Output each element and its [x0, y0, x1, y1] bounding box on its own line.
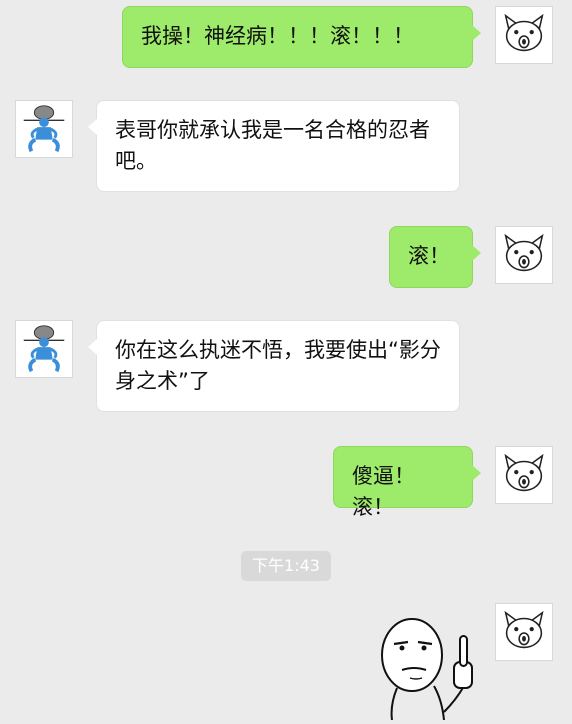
pig-face-icon	[504, 233, 544, 272]
rage-comic-sticker[interactable]	[372, 600, 487, 721]
message-bubble-incoming[interactable]: 表哥你就承认我是一名合格的忍者吧。	[88, 100, 460, 192]
message-text: 我操！神经病！！！滚！！！	[141, 24, 414, 48]
pig-face-icon	[504, 453, 544, 492]
ninja-icon	[23, 325, 65, 373]
message-text: 滚！	[408, 244, 450, 268]
pig-face-icon	[504, 610, 544, 649]
message-bubble-incoming[interactable]: 你在这么执迷不悟，我要使出“影分身之术”了	[88, 320, 460, 412]
my-avatar[interactable]	[495, 6, 553, 64]
message-text: 表哥你就承认我是一名合格的忍者吧。	[115, 118, 430, 173]
ninja-icon	[23, 105, 65, 153]
message-bubble-outgoing[interactable]: 傻逼！滚！	[333, 446, 481, 519]
my-avatar[interactable]	[495, 603, 553, 661]
my-avatar[interactable]	[495, 226, 553, 284]
message-bubble-outgoing[interactable]: 滚！	[389, 226, 481, 288]
middle-finger-meme-icon	[381, 618, 473, 721]
message-text: 傻逼！滚！	[352, 464, 415, 519]
timestamp-badge: 下午1:43	[241, 551, 331, 581]
message-text: 你在这么执迷不悟，我要使出“影分身之术”了	[115, 338, 441, 393]
contact-avatar[interactable]	[15, 320, 73, 378]
message-bubble-outgoing[interactable]: 我操！神经病！！！滚！！！	[122, 6, 481, 68]
my-avatar[interactable]	[495, 446, 553, 504]
pig-face-icon	[504, 13, 544, 52]
contact-avatar[interactable]	[15, 100, 73, 158]
